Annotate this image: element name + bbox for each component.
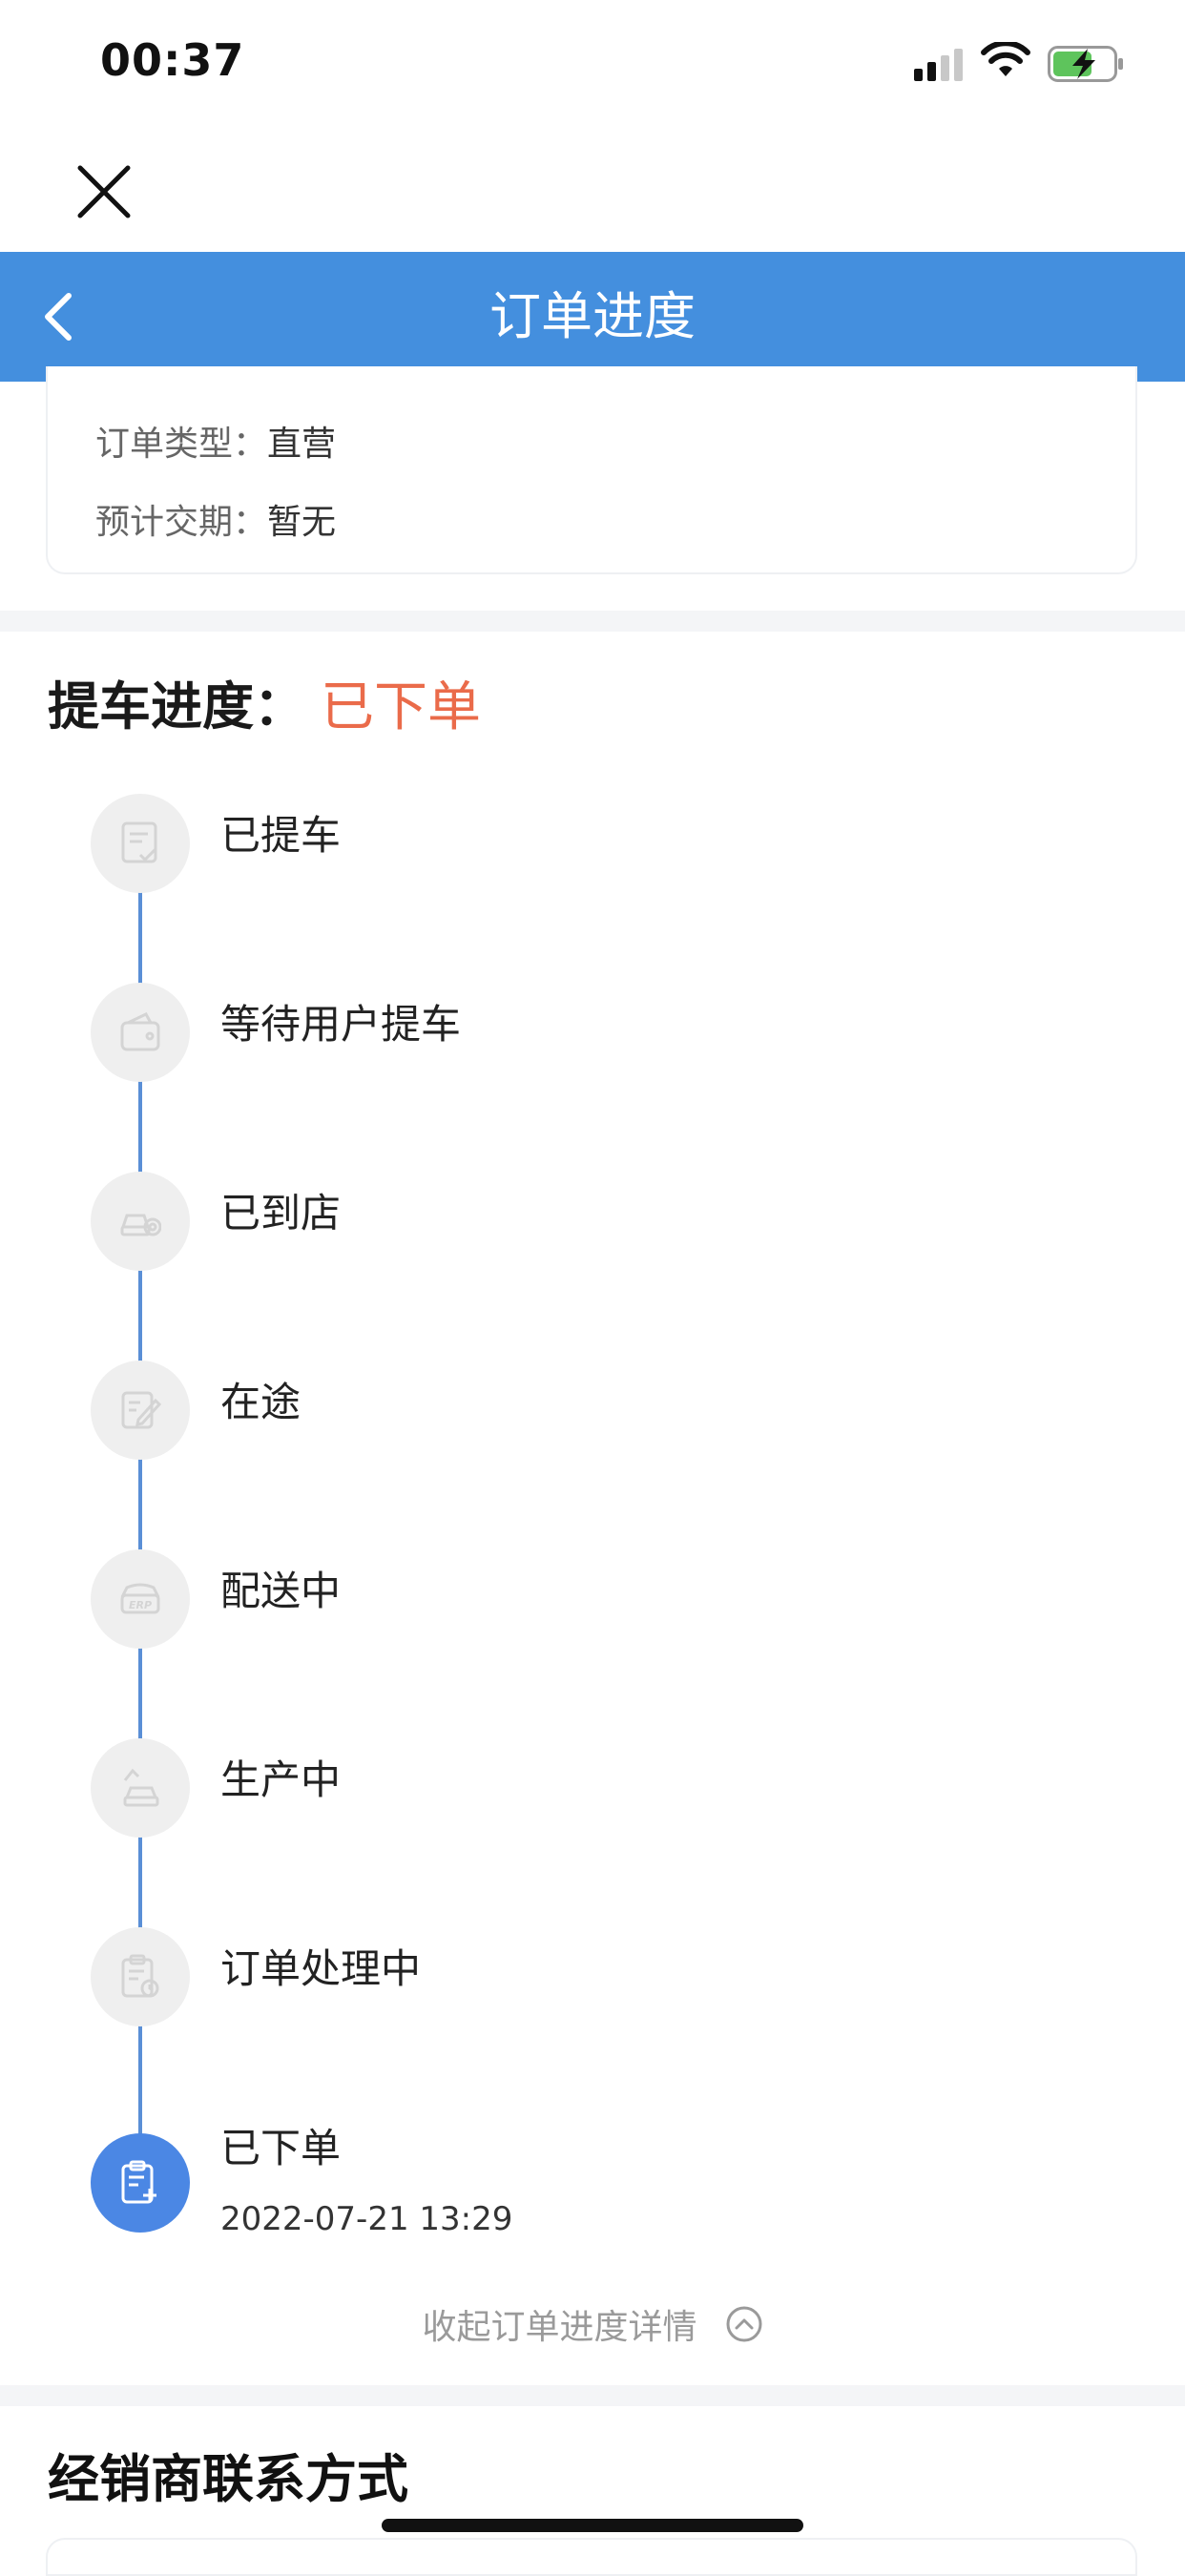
step-circle-order-processing bbox=[91, 1927, 190, 2026]
clipboard-clock-icon bbox=[121, 1954, 159, 1998]
timeline-connector bbox=[138, 1269, 142, 1364]
collapse-label: 收起订单进度详情 bbox=[422, 2308, 697, 2347]
home-indicator[interactable] bbox=[382, 2519, 803, 2532]
back-arrow-icon[interactable] bbox=[34, 288, 88, 345]
step-label: 在途 bbox=[220, 1379, 301, 1425]
status-bar: 00:37 bbox=[0, 0, 1185, 134]
step-label: 生产中 bbox=[220, 1756, 342, 1803]
page-title: 订单进度 bbox=[489, 286, 696, 346]
step-circle-awaiting-pickup bbox=[91, 983, 190, 1082]
step-timestamp: 2022-07-21 13:29 bbox=[220, 2200, 513, 2238]
step-circle-delivering: ERP bbox=[91, 1549, 190, 1649]
timeline-connector bbox=[138, 891, 142, 987]
step-label: 配送中 bbox=[220, 1568, 342, 1614]
timeline-connector bbox=[138, 1458, 142, 1553]
step-label: 已下单 bbox=[220, 2125, 342, 2171]
timeline-connector bbox=[138, 1080, 142, 1175]
step-circle-picked-up bbox=[91, 794, 190, 893]
car-shop-icon bbox=[120, 1214, 161, 1236]
timeline-connector bbox=[138, 1647, 142, 1742]
step-circle-arrived-store bbox=[91, 1172, 190, 1271]
edit-form-icon bbox=[121, 1391, 161, 1429]
timeline-connector bbox=[138, 1836, 142, 1931]
progress-current-status: 已下单 bbox=[321, 676, 481, 738]
battery-charging-icon bbox=[1048, 46, 1123, 82]
cellular-signal-icon bbox=[914, 49, 963, 81]
page-header: 订单进度 bbox=[0, 252, 1185, 382]
step-circle-order-placed bbox=[91, 2133, 190, 2233]
step-circle-producing bbox=[91, 1738, 190, 1838]
dealer-contact-heading: 经销商联系方式 bbox=[48, 2449, 408, 2509]
step-circle-in-transit bbox=[91, 1361, 190, 1460]
step-label: 已提车 bbox=[220, 812, 342, 859]
chevron-up-circle-icon bbox=[726, 2306, 762, 2342]
order-type-label: 订单类型： bbox=[95, 425, 268, 464]
svg-text:ERP: ERP bbox=[129, 1599, 152, 1611]
delivery-date-label: 预计交期： bbox=[95, 503, 268, 542]
order-type-row: 订单类型：直营 bbox=[95, 416, 336, 466]
document-check-icon bbox=[121, 821, 157, 863]
order-type-value: 直营 bbox=[267, 425, 337, 464]
delivery-date-value: 暂无 bbox=[267, 503, 337, 542]
webview-close-bar bbox=[0, 134, 1185, 252]
delivery-date-row: 预计交期：暂无 bbox=[95, 494, 336, 544]
erp-truck-icon: ERP bbox=[120, 1583, 160, 1614]
car-factory-icon bbox=[123, 1768, 159, 1807]
wallet-icon bbox=[120, 1012, 160, 1051]
collapse-progress-button[interactable]: 收起订单进度详情 bbox=[0, 2299, 1185, 2366]
section-divider bbox=[0, 611, 1185, 632]
status-time: 00:37 bbox=[100, 34, 245, 86]
dealer-contact-card bbox=[46, 2538, 1137, 2576]
step-label: 已到店 bbox=[220, 1190, 342, 1236]
step-label: 订单处理中 bbox=[220, 1945, 422, 1992]
progress-heading: 提车进度： bbox=[48, 676, 305, 737]
timeline-connector bbox=[138, 2025, 142, 2135]
clipboard-plus-icon bbox=[121, 2160, 156, 2204]
wifi-icon bbox=[981, 42, 1030, 76]
section-divider bbox=[0, 2385, 1185, 2406]
step-label: 等待用户提车 bbox=[220, 1001, 462, 1048]
order-info-card: 订单类型：直营 预计交期：暂无 bbox=[46, 366, 1137, 574]
close-icon[interactable] bbox=[74, 162, 134, 221]
